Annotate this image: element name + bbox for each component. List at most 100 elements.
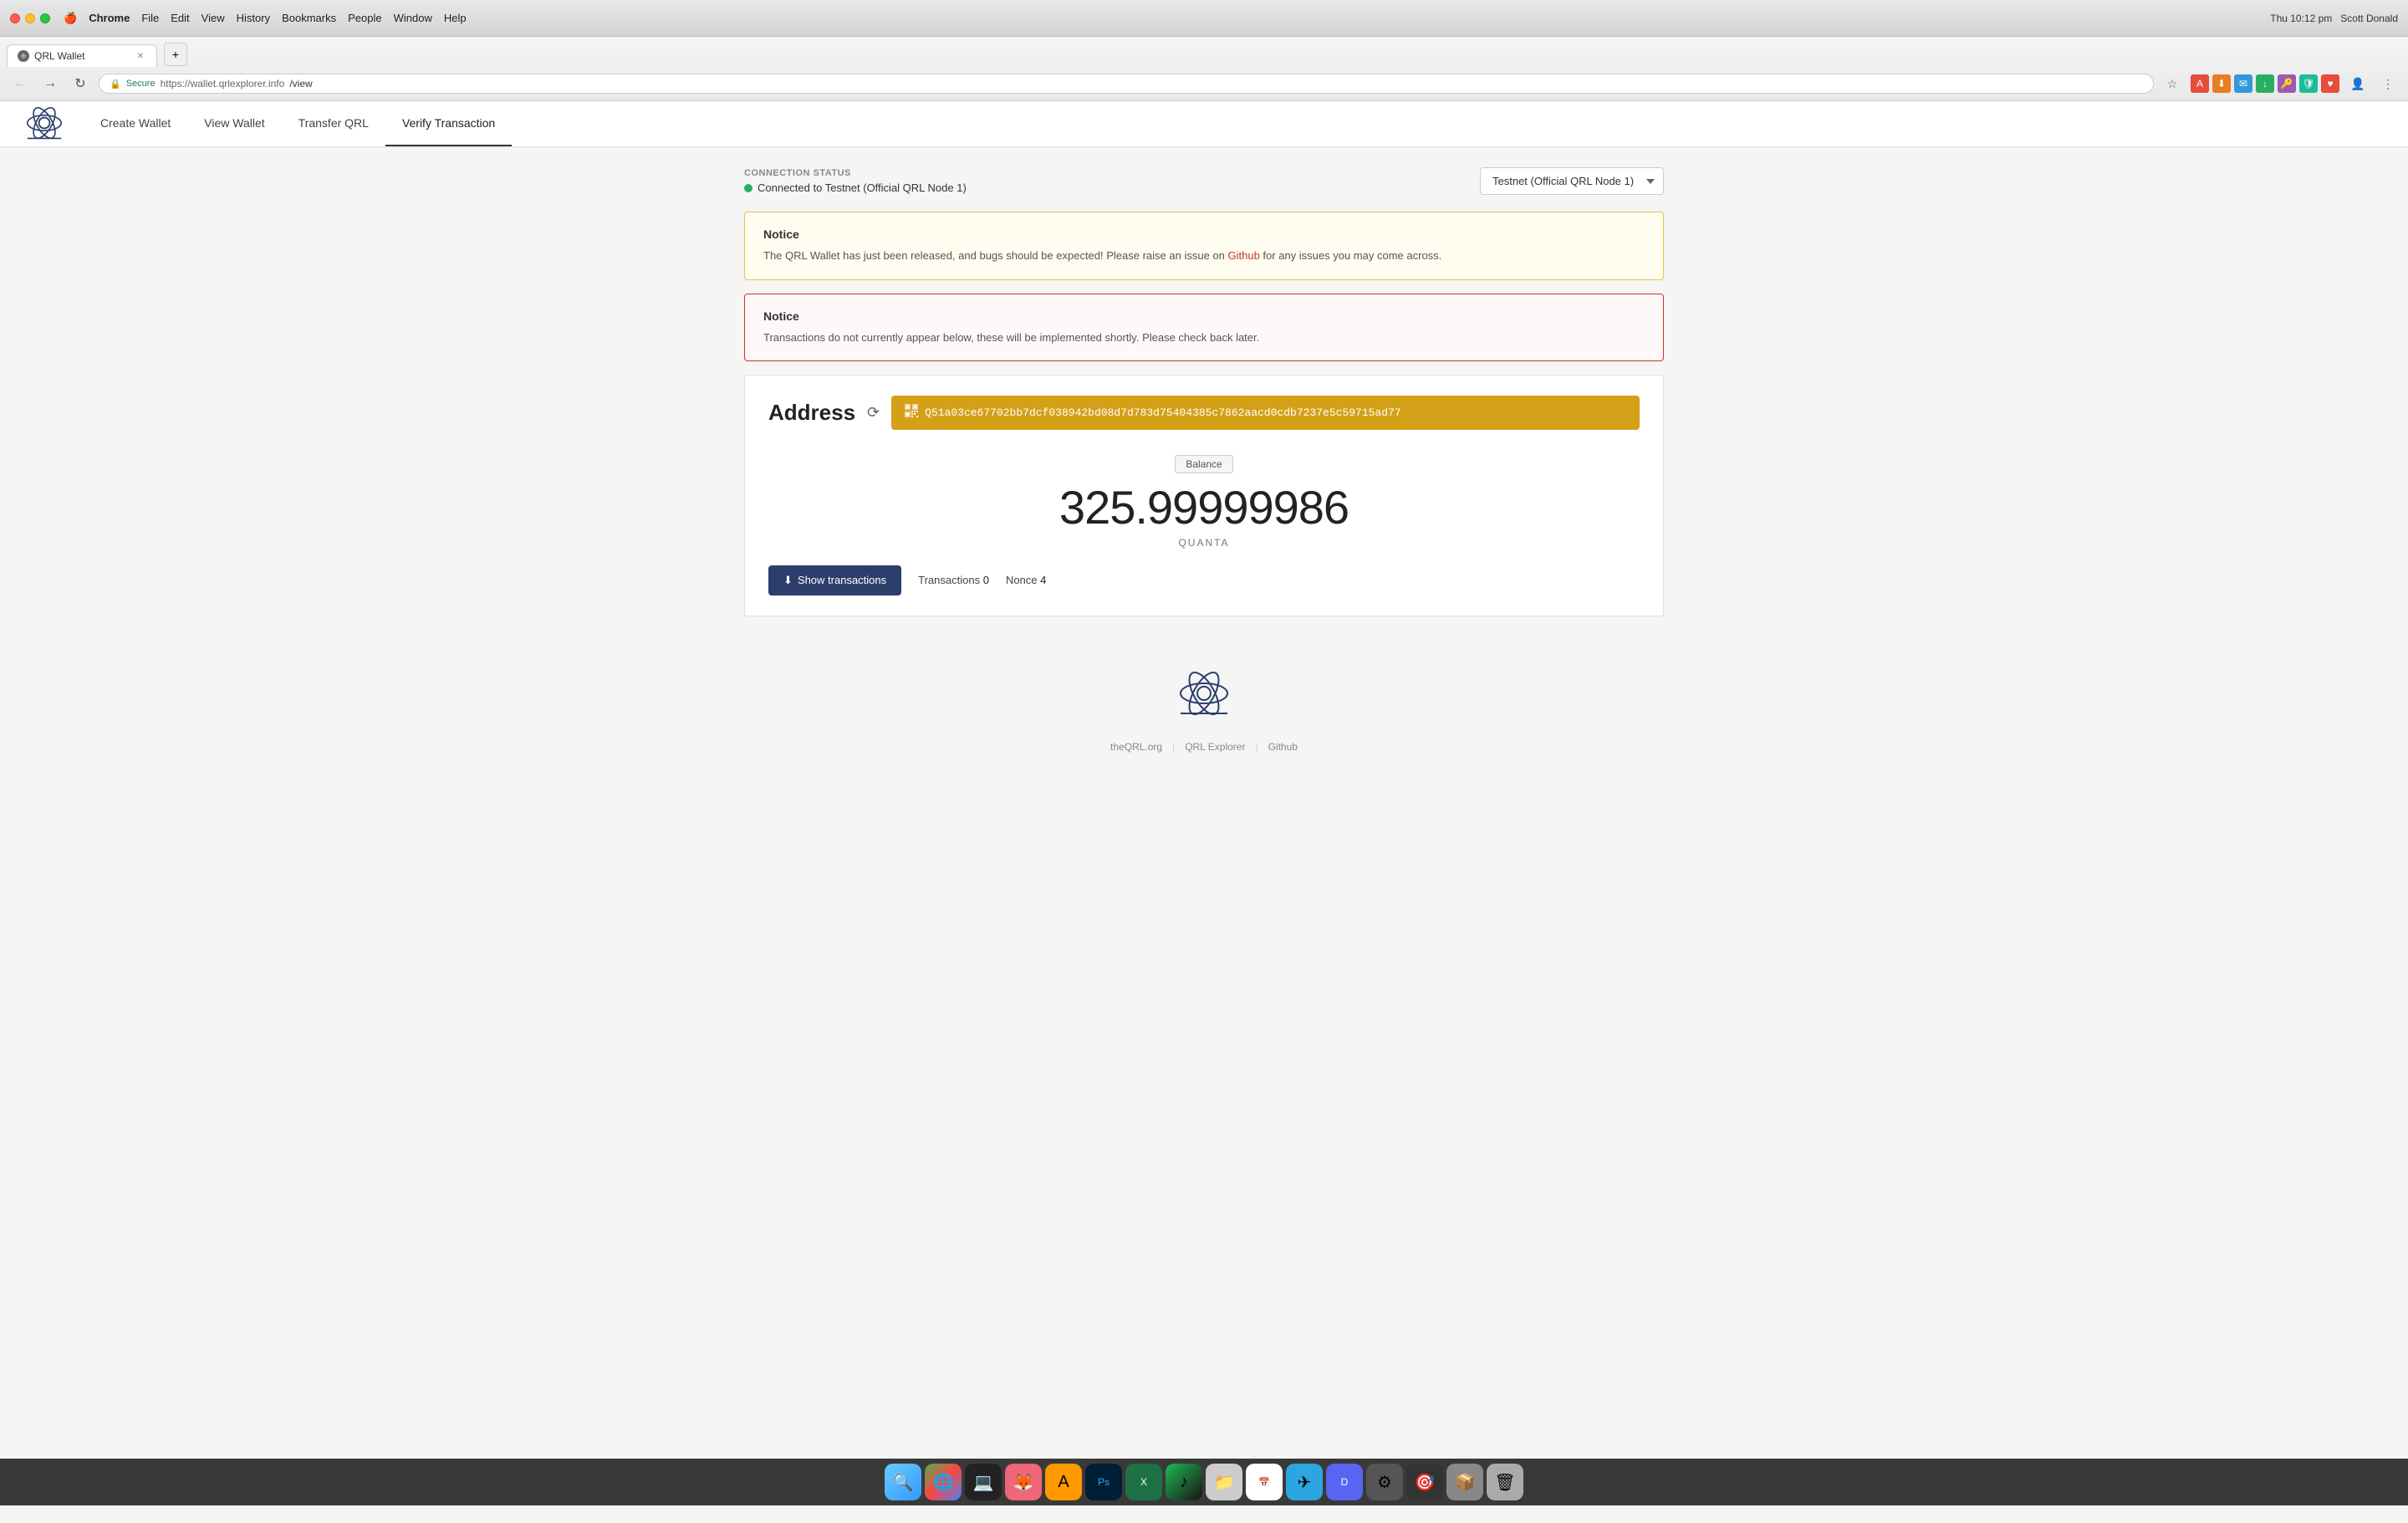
main-content: CONNECTION STATUS Connected to Testnet (…	[719, 147, 1689, 798]
ext-icon-3[interactable]: ✉	[2234, 74, 2252, 93]
dock-app-13[interactable]: 📦	[1446, 1464, 1483, 1500]
notice-2-text: Transactions do not currently appear bel…	[763, 330, 1645, 346]
node-selector[interactable]: Testnet (Official QRL Node 1) Mainnet (O…	[1480, 167, 1664, 195]
github-link[interactable]: Github	[1228, 249, 1260, 262]
new-tab-button[interactable]: +	[164, 43, 187, 66]
ext-icon-5[interactable]: 🔑	[2278, 74, 2296, 93]
browser-chrome: ⚛ QRL Wallet ✕ + ← → ↻ 🔒 Secure https://…	[0, 37, 2408, 101]
chrome-menu[interactable]: Chrome	[89, 12, 130, 25]
close-window-button[interactable]	[10, 13, 20, 23]
user-profile-button[interactable]: 👤	[2346, 72, 2370, 95]
balance-currency: QUANTA	[768, 537, 1640, 549]
notice-2-title: Notice	[763, 309, 1645, 323]
clock: Thu 10:12 pm	[2270, 13, 2332, 24]
notice-1-title: Notice	[763, 227, 1645, 241]
dock-excel[interactable]: X	[1125, 1464, 1162, 1500]
connection-indicator: Connected to Testnet (Official QRL Node …	[744, 181, 967, 194]
connected-dot	[744, 184, 752, 192]
people-menu[interactable]: People	[348, 12, 381, 25]
app-container: Create Wallet View Wallet Transfer QRL V…	[0, 101, 2408, 1523]
dock-firefox[interactable]: 🦊	[1005, 1464, 1042, 1500]
refresh-address-button[interactable]: ⟳	[867, 404, 880, 422]
help-menu[interactable]: Help	[444, 12, 467, 25]
view-menu[interactable]: View	[202, 12, 225, 25]
history-menu[interactable]: History	[237, 12, 270, 25]
address-badge: Q51a03ce67702bb7dcf038942bd08d7d783d7540…	[891, 396, 1640, 430]
edit-menu[interactable]: Edit	[171, 12, 189, 25]
app-logo	[25, 104, 64, 145]
address-hash: Q51a03ce67702bb7dcf038942bd08d7d783d7540…	[925, 406, 1401, 419]
nav-view-wallet[interactable]: View Wallet	[187, 101, 281, 146]
dock-calendar[interactable]: 📅	[1246, 1464, 1283, 1500]
secure-icon: 🔒	[110, 79, 121, 89]
titlebar-left: 🍎 Chrome File Edit View History Bookmark…	[10, 12, 467, 25]
window-menu[interactable]: Window	[394, 12, 432, 25]
ext-icon-2[interactable]: ⬇	[2212, 74, 2231, 93]
bookmarks-menu[interactable]: Bookmarks	[282, 12, 336, 25]
footer-sep-2: |	[1255, 741, 1258, 753]
url-path: /view	[289, 78, 312, 89]
forward-button[interactable]: →	[38, 72, 62, 95]
adblock-ext-icon[interactable]: A	[2191, 74, 2209, 93]
transactions-stat: Transactions 0	[918, 574, 989, 586]
ext-icon-4[interactable]: ↓	[2256, 74, 2274, 93]
footer-link-github[interactable]: Github	[1268, 741, 1298, 753]
minimize-window-button[interactable]	[25, 13, 35, 23]
titlebar: 🍎 Chrome File Edit View History Bookmark…	[0, 0, 2408, 37]
back-button[interactable]: ←	[8, 72, 32, 95]
show-transactions-button[interactable]: ⬇ Show transactions	[768, 565, 901, 595]
dock-app-11[interactable]: ⚙	[1366, 1464, 1403, 1500]
nav-transfer-qrl[interactable]: Transfer QRL	[282, 101, 385, 146]
node-selector-wrapper[interactable]: Testnet (Official QRL Node 1) Mainnet (O…	[1480, 167, 1664, 195]
show-tx-label: Show transactions	[798, 574, 886, 586]
menu-bar: 🍎 Chrome File Edit View History Bookmark…	[64, 12, 467, 25]
notice-box-1: Notice The QRL Wallet has just been rele…	[744, 212, 1664, 280]
browser-toolbar: ← → ↻ 🔒 Secure https://wallet.qrlexplore…	[0, 67, 2408, 100]
dock-terminal[interactable]: 💻	[965, 1464, 1002, 1500]
nav-links: Create Wallet View Wallet Transfer QRL V…	[84, 101, 512, 146]
notice-1-text: The QRL Wallet has just been released, a…	[763, 248, 1645, 264]
dock-chrome[interactable]: 🌐	[925, 1464, 962, 1500]
bookmark-button[interactable]: ☆	[2161, 72, 2184, 95]
dock-music[interactable]: ♪	[1166, 1464, 1202, 1500]
footer-link-theqrl[interactable]: theQRL.org	[1110, 741, 1162, 753]
ext-icon-7[interactable]: ♥	[2321, 74, 2339, 93]
ext-icon-6[interactable]: 🛡	[2299, 74, 2318, 93]
address-header: Address ⟳	[768, 396, 1640, 430]
dock-app-4[interactable]: A	[1045, 1464, 1082, 1500]
tab-bar: ⚛ QRL Wallet ✕ +	[0, 37, 2408, 67]
dock-trash[interactable]: 🗑	[1487, 1464, 1523, 1500]
apple-menu[interactable]: 🍎	[64, 12, 77, 25]
footer-logo	[761, 667, 1647, 728]
titlebar-right: Thu 10:12 pm Scott Donald	[2270, 13, 2398, 24]
maximize-window-button[interactable]	[40, 13, 50, 23]
dock-app-12[interactable]: 🎯	[1406, 1464, 1443, 1500]
transactions-stat-label: Transactions	[918, 574, 980, 586]
dock-telegram[interactable]: ✈	[1286, 1464, 1323, 1500]
nonce-stat: Nonce 4	[1006, 574, 1046, 586]
secure-text: Secure	[126, 79, 156, 89]
dock-app-10[interactable]: D	[1326, 1464, 1363, 1500]
settings-button[interactable]: ⋮	[2376, 72, 2400, 95]
dock-files[interactable]: 📁	[1206, 1464, 1242, 1500]
qr-code-icon	[905, 404, 918, 422]
nav-create-wallet[interactable]: Create Wallet	[84, 101, 187, 146]
browser-tab[interactable]: ⚛ QRL Wallet ✕	[7, 44, 157, 67]
connection-label: CONNECTION STATUS	[744, 168, 967, 178]
tab-title: QRL Wallet	[34, 50, 84, 62]
dock-finder[interactable]: 🔍	[885, 1464, 921, 1500]
reload-button[interactable]: ↻	[69, 72, 92, 95]
app-footer: theQRL.org | QRL Explorer | Github	[744, 633, 1664, 778]
traffic-lights	[10, 13, 50, 23]
address-bar[interactable]: 🔒 Secure https://wallet.qrlexplorer.info…	[99, 74, 2154, 94]
connection-text: Connected to Testnet (Official QRL Node …	[758, 181, 967, 194]
footer-links: theQRL.org | QRL Explorer | Github	[761, 741, 1647, 753]
file-menu[interactable]: File	[141, 12, 159, 25]
download-icon: ⬇	[783, 574, 793, 587]
notice-box-2: Notice Transactions do not currently app…	[744, 294, 1664, 362]
footer-link-explorer[interactable]: QRL Explorer	[1185, 741, 1245, 753]
nav-verify-transaction[interactable]: Verify Transaction	[385, 101, 512, 146]
tab-close-button[interactable]: ✕	[135, 50, 146, 62]
dock-photoshop[interactable]: Ps	[1085, 1464, 1122, 1500]
tab-favicon: ⚛	[18, 50, 29, 62]
